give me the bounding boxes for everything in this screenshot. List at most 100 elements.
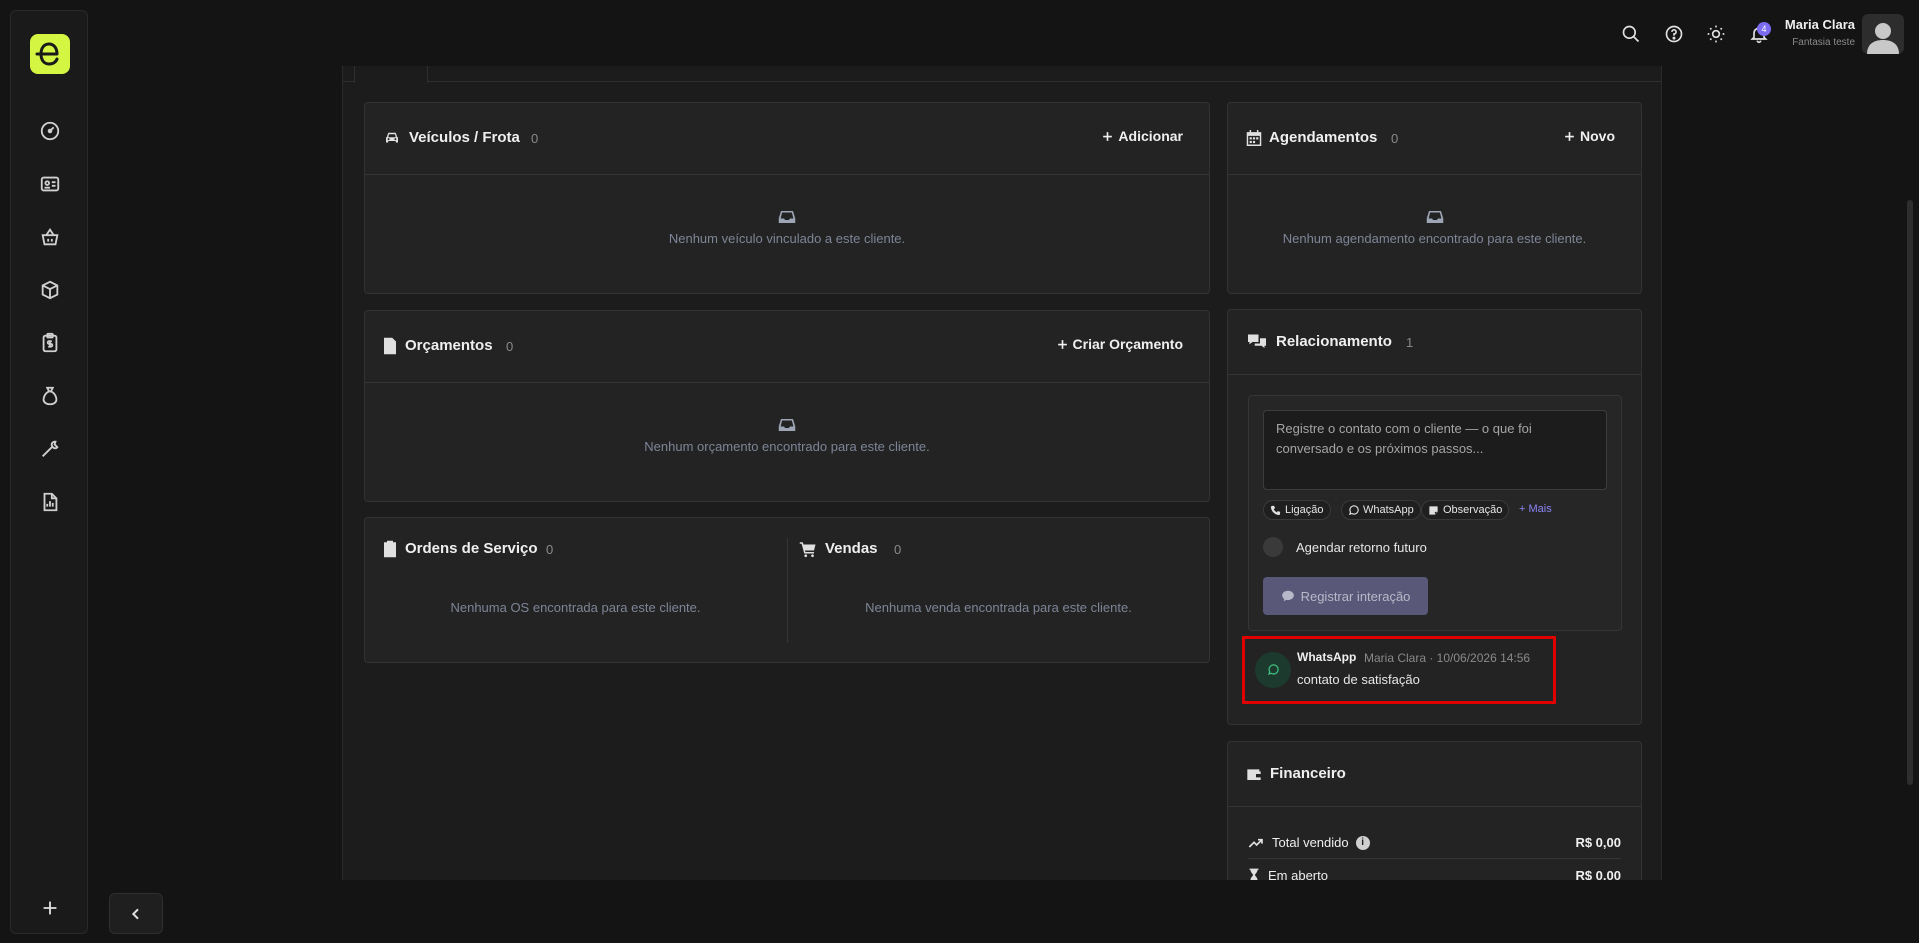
relationship-count: 1 [1406,335,1414,350]
phone-icon [1270,505,1281,515]
chip-call-label: Ligação [1285,504,1324,516]
appointments-count: 0 [1391,131,1399,146]
box-icon [41,280,59,300]
finance-card: Financeiro Total vendido i R$ 0,00 Em ab… [1227,741,1642,880]
sidebar [10,10,88,934]
page-scrollbar[interactable] [1907,200,1913,785]
inbox-icon [778,211,796,223]
divider [787,538,788,643]
id-card-icon [40,176,60,192]
chip-note[interactable]: Observação [1421,500,1510,520]
sidebar-item-products[interactable] [30,270,70,310]
interaction-textarea[interactable] [1263,410,1607,490]
comment-icon [1281,590,1294,602]
sidebar-item-clients[interactable] [30,164,70,204]
tab-active[interactable] [354,66,428,83]
money-bag-icon [42,386,58,406]
register-interaction-button[interactable]: Registrar interação [1263,577,1428,615]
add-vehicle-label: Adicionar [1118,128,1183,144]
tab-strip [343,66,1661,82]
avatar[interactable] [1862,14,1904,54]
interaction-entry[interactable]: WhatsApp Maria Clara · 10/06/2026 14:56 … [1242,636,1556,704]
interaction-text: contato de satisfação [1297,672,1420,687]
finance-title: Financeiro [1270,765,1346,782]
clipboard-money-icon [42,332,58,353]
chat-icon [1248,334,1266,348]
interaction-meta: Maria Clara · 10/06/2026 14:56 [1364,651,1531,665]
vehicles-empty-text: Nenhum veículo vinculado a este cliente. [668,231,906,246]
report-icon [43,492,58,512]
register-interaction-label: Registrar interação [1300,588,1411,604]
new-appointment-button[interactable]: Novo [1563,128,1615,144]
chip-whatsapp[interactable]: WhatsApp [1341,500,1421,520]
vehicles-count: 0 [531,131,539,146]
help-button[interactable] [1660,20,1688,48]
chevron-left-icon [131,908,139,919]
service-orders-count: 0 [546,542,554,557]
search-button[interactable] [1617,20,1645,48]
calendar-icon [1246,130,1262,146]
sidebar-item-services[interactable] [30,429,70,469]
vehicles-card-header: Veículos / Frota 0 Adicionar [365,103,1209,175]
notifications-button[interactable]: 4 [1745,20,1773,48]
chip-note-label: Observação [1443,504,1503,516]
appointments-title: Agendamentos [1269,129,1378,146]
car-icon [386,132,398,143]
open-value: R$ 0,00 [1575,867,1621,881]
sales-title: Vendas [825,540,878,557]
sidebar-item-sales[interactable] [30,217,70,257]
clipboard-icon [384,540,396,558]
whatsapp-icon [1348,504,1359,515]
sidebar-item-quotes[interactable] [30,323,70,363]
info-icon[interactable]: i [1355,835,1370,850]
finance-card-header: Financeiro [1228,742,1641,807]
vehicles-title: Veículos / Frota [409,129,520,146]
chip-more-button[interactable]: + Mais [1519,503,1552,515]
plus-icon [1103,131,1113,141]
quotes-title: Orçamentos [405,337,493,354]
user-avatar-icon [1867,23,1899,54]
brand-logo[interactable] [30,34,70,74]
open-label: Em aberto [1268,867,1328,881]
relationship-card: Relacionamento 1 Ligação WhatsApp Observ… [1227,309,1642,725]
appointments-card: Agendamentos 0 Novo Nenhum agendamento e… [1227,102,1642,294]
total-sold-label: Total vendido [1272,835,1349,850]
appointments-card-header: Agendamentos 0 Novo [1228,103,1641,175]
app-root: 4 Maria Clara Fantasia teste Veículos / … [0,0,1919,943]
sales-empty-text: Nenhuma venda encontrada para este clien… [865,600,1132,615]
orders-sales-card: Ordens de Serviço 0 Nenhuma OS encontrad… [364,517,1210,663]
collapse-sidebar-button[interactable] [109,893,163,934]
finance-row-total: Total vendido i R$ 0,00 [1248,827,1621,859]
sun-icon [1707,25,1725,43]
total-sold-value: R$ 0,00 [1575,835,1621,850]
logo-icon [35,42,59,66]
interaction-form: Ligação WhatsApp Observação + Mais Agend… [1248,395,1622,631]
service-orders-empty-text: Nenhuma OS encontrada para este cliente. [450,600,701,615]
cart-icon [799,542,816,558]
interaction-type: WhatsApp [1297,650,1357,664]
sidebar-item-dashboard[interactable] [30,111,70,151]
chip-call[interactable]: Ligação [1263,500,1331,520]
sidebar-item-finance[interactable] [30,376,70,416]
service-orders-title: Ordens de Serviço [405,540,538,557]
wallet-icon [1247,769,1261,780]
add-vehicle-button[interactable]: Adicionar [1101,128,1183,144]
sidebar-item-reports[interactable] [30,482,70,522]
user-name[interactable]: Maria Clara [1785,17,1855,32]
inbox-icon [1426,211,1443,223]
theme-toggle-button[interactable] [1702,20,1730,48]
appointments-empty-text: Nenhum agendamento encontrado para este … [1282,231,1587,246]
chip-whatsapp-label: WhatsApp [1363,504,1414,516]
document-icon [384,337,396,355]
plus-icon [1057,339,1067,349]
vehicles-card: Veículos / Frota 0 Adicionar Nenhum veíc… [364,102,1210,294]
finance-row-open: Em aberto R$ 0,00 [1248,859,1621,880]
interaction-icon [1255,652,1291,688]
create-quote-button[interactable]: Criar Orçamento [1056,336,1183,352]
sidebar-add-button[interactable] [30,888,70,928]
main-panel: Veículos / Frota 0 Adicionar Nenhum veíc… [342,66,1662,880]
quotes-empty-text: Nenhum orçamento encontrado para este cl… [644,439,930,454]
plus-icon [1565,131,1574,141]
schedule-followup-checkbox[interactable] [1263,537,1283,557]
sales-count: 0 [894,542,902,557]
